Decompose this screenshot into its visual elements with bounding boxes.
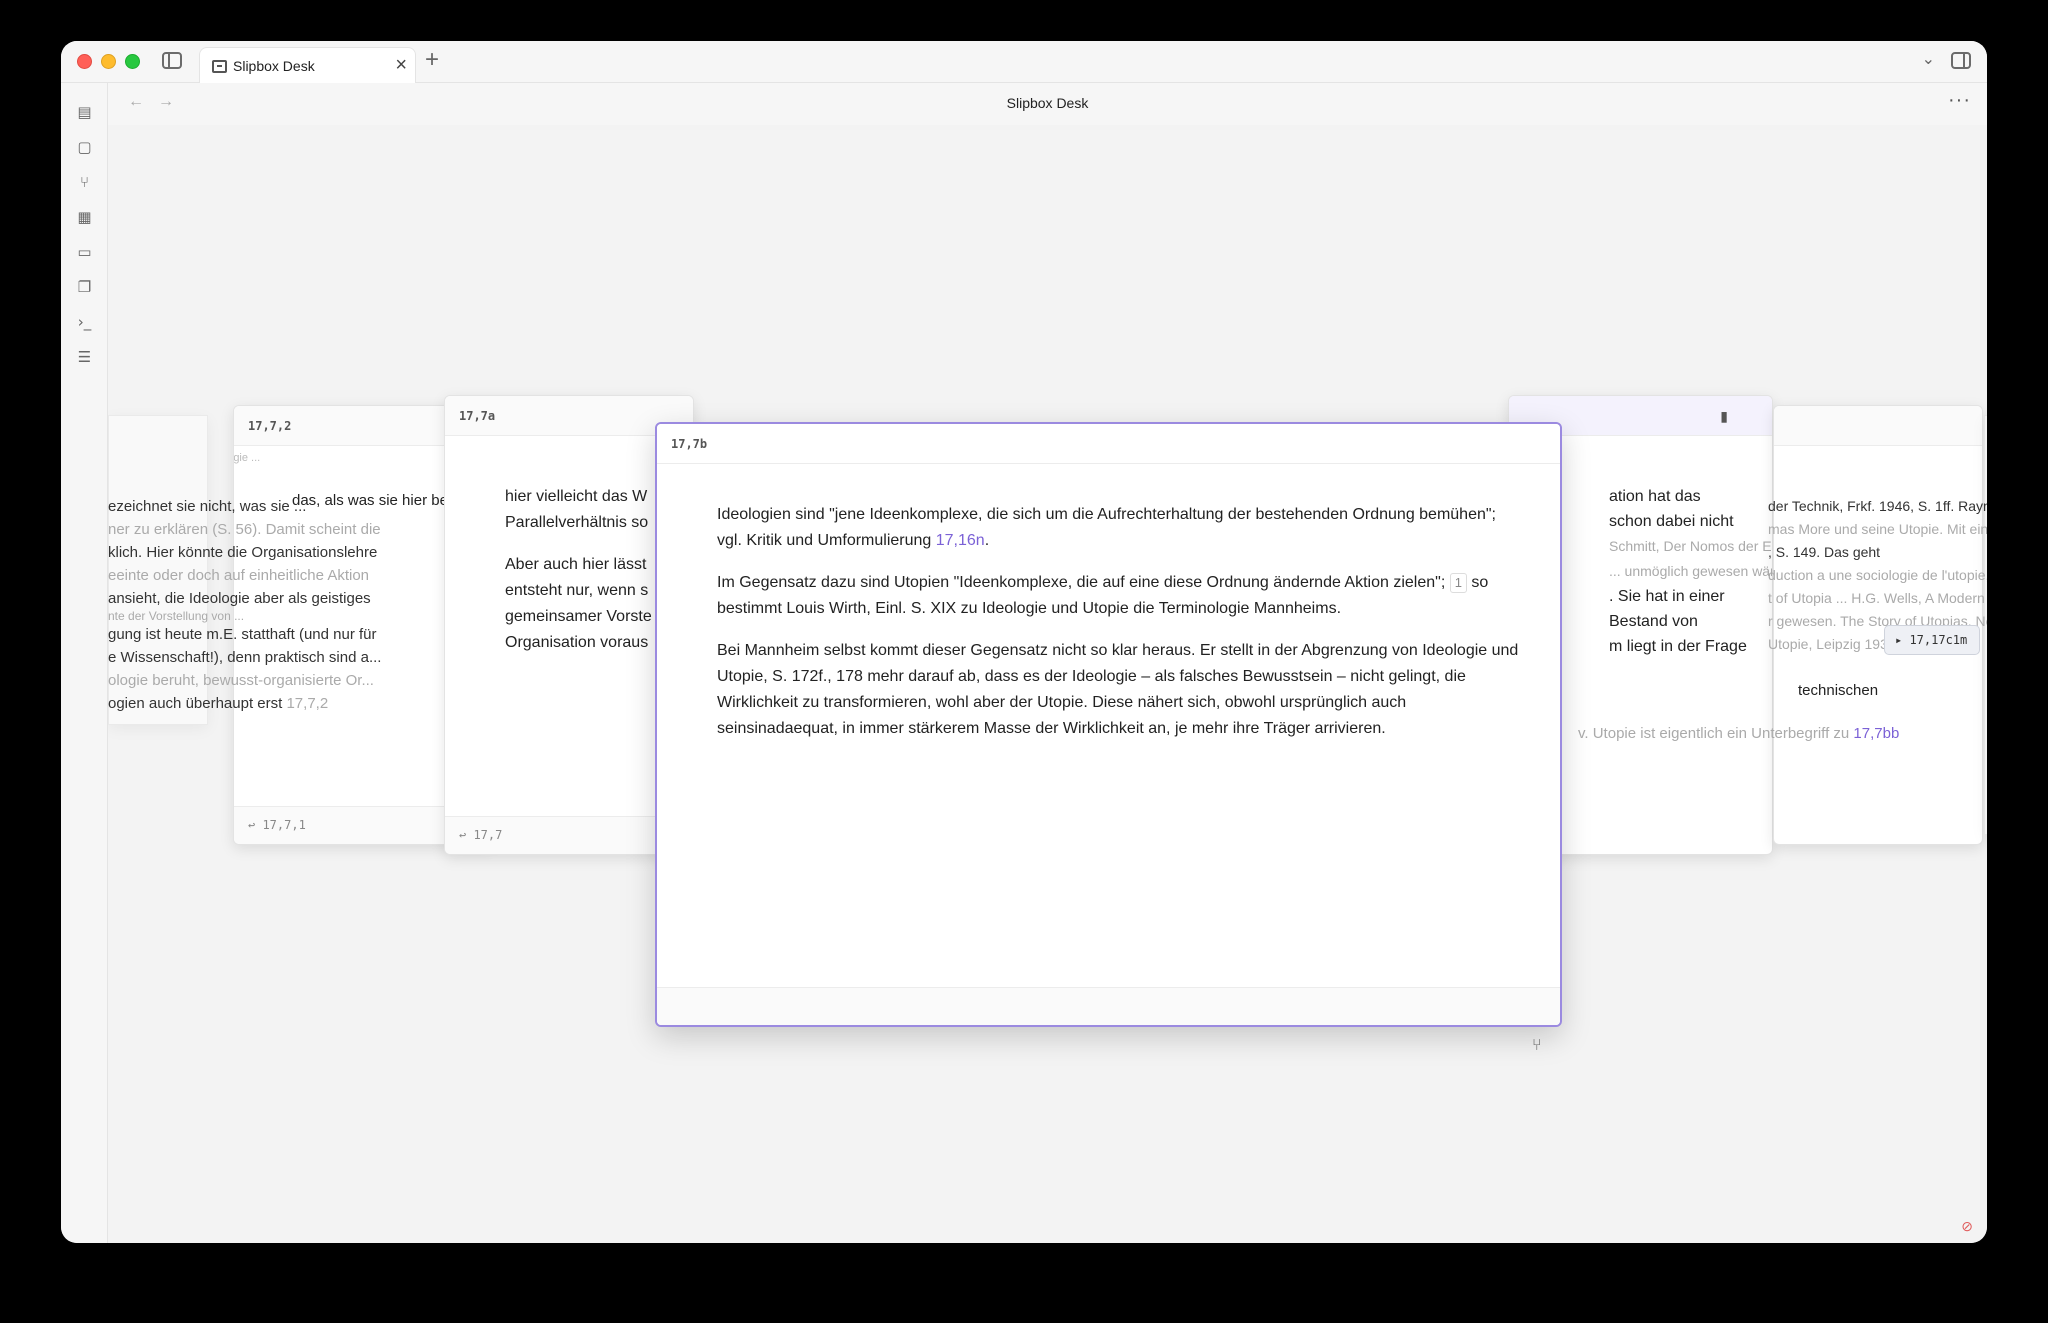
overflow-text-right-2: technischen xyxy=(1798,682,1879,699)
paragraph: Im Gegensatz dazu sind Utopien "Ideenkom… xyxy=(717,573,1489,617)
footnote-marker[interactable]: 1 xyxy=(1449,573,1467,593)
minimize-window-button[interactable] xyxy=(101,54,116,69)
app-window: Slipbox Desk × + ⌄ ▤ ▢ ⑂ ▦ ▭ ❐ ›_ ☰ ← → … xyxy=(61,41,1987,1243)
left-ribbon: ▤ ▢ ⑂ ▦ ▭ ❐ ›_ ☰ xyxy=(61,83,108,1243)
graph-icon[interactable]: ⑂ xyxy=(75,173,94,192)
view-header: ← → Slipbox Desk ··· xyxy=(108,83,1987,125)
copy-icon[interactable]: ❐ xyxy=(75,278,94,297)
card-body: Ideologien sind "jene Ideenkomplexe, die… xyxy=(717,502,1520,758)
paragraph: Bei Mannheim selbst kommt dieser Gegensa… xyxy=(717,642,1519,737)
back-link[interactable]: ↩ 17,7 xyxy=(459,828,502,842)
note-link[interactable]: 17,16n xyxy=(936,532,985,549)
overflow-text-left: ezeichnet sie nicht, was sie ... ner zu … xyxy=(108,498,382,712)
title-bar: Slipbox Desk × + ⌄ xyxy=(61,41,1987,84)
card-id: 17,7,2 xyxy=(248,419,292,433)
list-icon[interactable]: ☰ xyxy=(75,348,94,367)
note-card-17-7b[interactable]: 17,7b Ideologien sind "jene Ideenkomplex… xyxy=(655,422,1562,1027)
branch-icon[interactable]: ⑂ xyxy=(1532,1035,1542,1054)
paragraph: Ideologien sind "jene Ideenkomplexe, die… xyxy=(717,506,1496,549)
overflow-link-line: v. Utopie ist eigentlich ein Unterbegrif… xyxy=(1578,725,1900,742)
file-icon[interactable]: ▢ xyxy=(75,138,94,157)
tab-label: Slipbox Desk xyxy=(233,58,315,74)
collapsed-card-tag[interactable]: ▸ 17,17c1m xyxy=(1884,625,1980,655)
new-tab-button[interactable]: + xyxy=(425,46,439,74)
left-sidebar-toggle-icon[interactable] xyxy=(162,52,182,69)
more-options-icon[interactable]: ··· xyxy=(1948,89,1971,112)
tab-list-chevron-icon[interactable]: ⌄ xyxy=(1922,49,1935,69)
dashboard-icon[interactable]: ▦ xyxy=(75,208,94,227)
note-link[interactable]: 17,7bb xyxy=(1853,725,1899,742)
card-body: ation hat das schon dabei nicht Schmitt,… xyxy=(1609,488,1773,655)
terminal-icon[interactable]: ›_ xyxy=(75,313,94,332)
bookmark-icon[interactable]: ▮ xyxy=(1720,408,1728,425)
calendar-icon[interactable]: ▭ xyxy=(75,243,94,262)
card-footer xyxy=(657,987,1560,1025)
archive-icon[interactable]: ▤ xyxy=(75,103,94,122)
view-title: Slipbox Desk xyxy=(1006,95,1089,111)
right-sidebar-toggle-icon[interactable] xyxy=(1951,52,1971,69)
desk-canvas[interactable]: 17,7,2 s von Ideologie ... das, als was … xyxy=(108,125,1987,1243)
back-link[interactable]: ↩ 17,7,1 xyxy=(248,818,306,832)
sync-status-icon[interactable]: ⊘ xyxy=(1961,1218,1973,1235)
tab-close-icon[interactable]: × xyxy=(395,54,407,76)
maximize-window-button[interactable] xyxy=(125,54,140,69)
archive-icon xyxy=(212,60,227,73)
tab-slipbox-desk[interactable]: Slipbox Desk × xyxy=(199,47,416,84)
card-subtitle: s von Ideologie ... xyxy=(233,452,261,464)
card-id: 17,7a xyxy=(459,409,496,423)
card-body: hier vielleicht das W Parallelverhältnis… xyxy=(505,488,652,651)
card-id: 17,7b xyxy=(671,437,708,451)
close-window-button[interactable] xyxy=(77,54,92,69)
